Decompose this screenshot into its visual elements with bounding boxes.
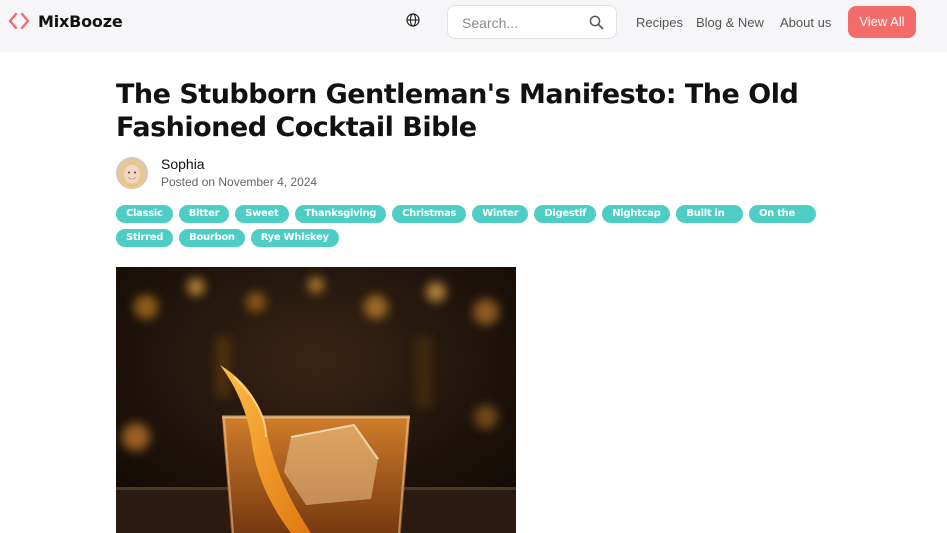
language-button[interactable] — [396, 7, 430, 37]
search-input[interactable]: Search... — [462, 15, 518, 31]
tag-classic[interactable]: Classic — [116, 205, 173, 223]
nav-link-about[interactable]: About us — [780, 15, 831, 30]
tag-built-in-glass[interactable]: Built in Glass — [676, 205, 743, 237]
tag-winter[interactable]: Winter — [472, 205, 529, 223]
nav-link-recipes[interactable]: Recipes — [636, 15, 683, 30]
tag-christmas[interactable]: Christmas — [392, 205, 467, 223]
tag-list: Classic Bitter Sweet Thanksgiving Christmas W… — [116, 205, 816, 253]
tag-bourbon[interactable]: Bourbon — [179, 229, 245, 247]
tag-nightcap[interactable]: Nightcap — [602, 205, 671, 223]
globe-icon — [406, 12, 420, 32]
tag-sweet[interactable]: Sweet — [235, 205, 289, 223]
top-navbar: MixBooze Search... Recipes Blog & New Ab… — [0, 0, 947, 52]
article-title: The Stubborn Gentleman's Manifesto: The … — [116, 79, 799, 143]
tag-on-the-rocks[interactable]: On the Rocks — [748, 205, 816, 237]
brand-logo[interactable]: MixBooze — [8, 11, 123, 31]
tag-row: Classic Bitter Sweet Thanksgiving Christmas W… — [116, 205, 816, 237]
avatar — [116, 156, 148, 189]
hero-image-old-fashioned — [116, 267, 516, 533]
tag-rye-whiskey[interactable]: Rye Whiskey — [250, 229, 339, 247]
brand-name: MixBooze — [38, 11, 123, 31]
tag-digestif[interactable]: Digestif — [534, 205, 597, 223]
search-icon[interactable] — [589, 15, 604, 35]
tag-bitter[interactable]: Bitter — [178, 205, 230, 223]
author-block: Sophia Posted on November 4, 2024 — [116, 156, 317, 189]
view-all-button[interactable]: View All — [848, 6, 916, 38]
tag-thanksgiving[interactable]: Thanksgiving — [294, 205, 387, 223]
nav-link-blog[interactable]: Blog & New — [696, 15, 764, 30]
tag-stirred[interactable]: Stirred — [116, 229, 174, 247]
code-brackets-icon — [8, 11, 30, 31]
post-date: Posted on November 4, 2024 — [161, 175, 318, 189]
search-box[interactable]: Search... — [447, 5, 617, 39]
author-name[interactable]: Sophia — [161, 156, 317, 172]
